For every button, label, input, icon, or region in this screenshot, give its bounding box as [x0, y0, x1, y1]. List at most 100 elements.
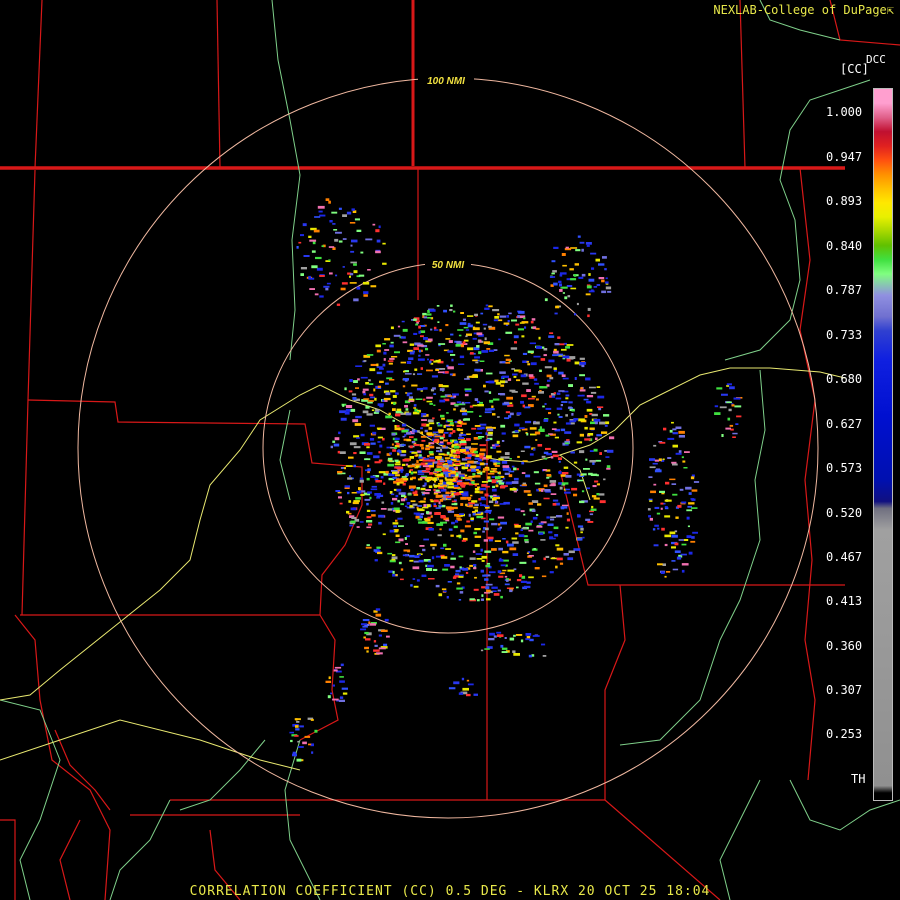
echo-pixel: [392, 471, 398, 475]
echo-pixel: [526, 581, 531, 584]
echo-pixel: [565, 414, 568, 417]
echo-pixel: [405, 408, 409, 411]
echo-pixel: [587, 521, 594, 523]
echo-pixel: [387, 552, 393, 555]
echo-pixel: [540, 539, 546, 541]
echo-pixel: [404, 537, 407, 540]
echo-pixel: [532, 635, 540, 637]
echo-pixel: [433, 503, 436, 506]
echo-pixel: [664, 543, 668, 547]
echo-pixel: [474, 544, 480, 547]
echo-pixel: [415, 398, 423, 400]
echo-pixel: [328, 676, 331, 680]
echo-pixel: [579, 433, 584, 437]
echo-pixel: [593, 448, 598, 452]
echo-pixel: [493, 593, 500, 596]
echo-pixel: [656, 512, 661, 515]
echo-pixel: [523, 490, 531, 493]
echo-pixel: [500, 424, 506, 428]
echo-pixel: [520, 639, 524, 643]
echo-pixel: [682, 460, 686, 463]
echo-pixel: [400, 361, 406, 364]
echo-pixel: [421, 574, 427, 577]
echo-pixel: [534, 567, 540, 570]
echo-pixel: [479, 415, 482, 417]
echo-pixel: [527, 363, 531, 366]
scale-label: TH: [851, 772, 866, 786]
echo-pixel: [377, 427, 380, 430]
echo-pixel: [460, 529, 465, 533]
echo-pixel: [417, 505, 422, 507]
echo-pixel: [578, 276, 584, 279]
echo-pixel: [560, 428, 566, 432]
echo-pixel: [604, 424, 608, 427]
echo-pixel: [374, 644, 378, 647]
echo-pixel: [467, 683, 474, 686]
echo-pixel: [379, 444, 383, 448]
echo-pixel: [524, 541, 529, 544]
echo-pixel: [526, 389, 531, 392]
scale-label: 0.520: [826, 506, 863, 520]
echo-pixel: [570, 422, 575, 425]
echo-pixel: [427, 516, 431, 519]
echo-pixel: [465, 503, 468, 507]
echo-pixel: [408, 485, 416, 489]
echo-pixel: [384, 338, 391, 341]
echo-pixel: [461, 401, 465, 405]
echo-pixel: [549, 332, 554, 334]
echo-pixel: [433, 488, 436, 491]
echo-pixel: [483, 468, 489, 471]
echo-pixel: [446, 596, 449, 599]
echo-pixel: [455, 573, 460, 576]
echo-pixel: [534, 431, 541, 435]
echo-pixel: [565, 526, 569, 529]
echo-pixel: [498, 523, 501, 526]
echo-pixel: [367, 468, 371, 472]
echo-pixel: [439, 479, 444, 483]
echo-pixel: [516, 412, 522, 415]
echo-pixel: [535, 398, 539, 401]
echo-pixel: [385, 382, 389, 385]
echo-pixel: [413, 585, 419, 588]
echo-pixel: [397, 469, 401, 472]
echo-pixel: [438, 593, 443, 597]
echo-pixel: [583, 398, 589, 401]
echo-pixel: [369, 368, 376, 372]
echo-pixel: [568, 384, 573, 387]
echo-pixel: [479, 339, 482, 343]
echo-pixel: [545, 447, 551, 450]
echo-pixel: [309, 288, 315, 290]
echo-pixel: [499, 380, 505, 384]
echo-pixel: [449, 422, 454, 425]
echo-pixel: [417, 410, 420, 413]
echo-pixel: [734, 405, 742, 408]
echo-pixel: [509, 402, 513, 404]
echo-pixel: [482, 470, 486, 473]
echo-pixel: [585, 377, 591, 381]
echo-pixel: [366, 452, 373, 455]
echo-pixel: [505, 331, 513, 334]
echo-pixel: [563, 553, 569, 556]
echo-pixel: [509, 488, 517, 491]
echo-pixel: [541, 643, 546, 646]
echo-pixel: [437, 534, 442, 537]
echo-pixel: [374, 493, 381, 496]
echo-pixel: [426, 568, 433, 571]
echo-pixel: [495, 500, 498, 503]
echo-pixel: [526, 433, 529, 436]
echo-pixel: [367, 401, 373, 404]
echo-pixel: [502, 465, 510, 468]
echo-pixel: [419, 515, 423, 519]
echo-pixel: [332, 440, 336, 443]
echo-pixel: [332, 684, 335, 687]
echo-pixel: [355, 387, 359, 389]
echo-pixel: [450, 557, 456, 560]
echo-pixel: [671, 546, 676, 549]
echo-pixel: [375, 408, 379, 412]
echo-pixel: [497, 634, 504, 637]
echo-pixel: [532, 448, 536, 451]
echo-pixel: [544, 366, 552, 369]
echo-pixel: [663, 427, 667, 431]
echo-pixel: [370, 475, 376, 478]
echo-pixel: [420, 500, 426, 503]
